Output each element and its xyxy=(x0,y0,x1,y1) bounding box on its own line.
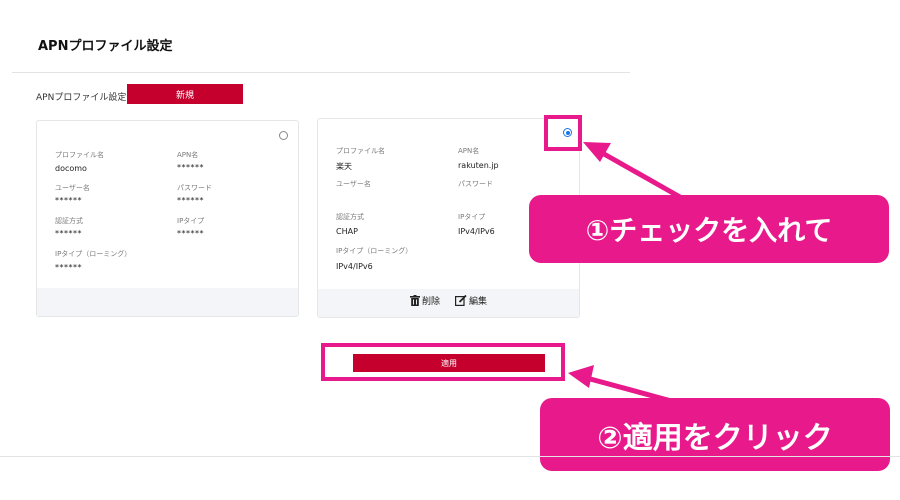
arrow-step1 xyxy=(583,142,682,200)
arrow-step2 xyxy=(568,365,676,405)
annotation-step1: ①チェックを入れて xyxy=(529,195,889,263)
annotation-step2: ②適用をクリック xyxy=(540,398,890,471)
bottom-divider xyxy=(0,456,900,457)
